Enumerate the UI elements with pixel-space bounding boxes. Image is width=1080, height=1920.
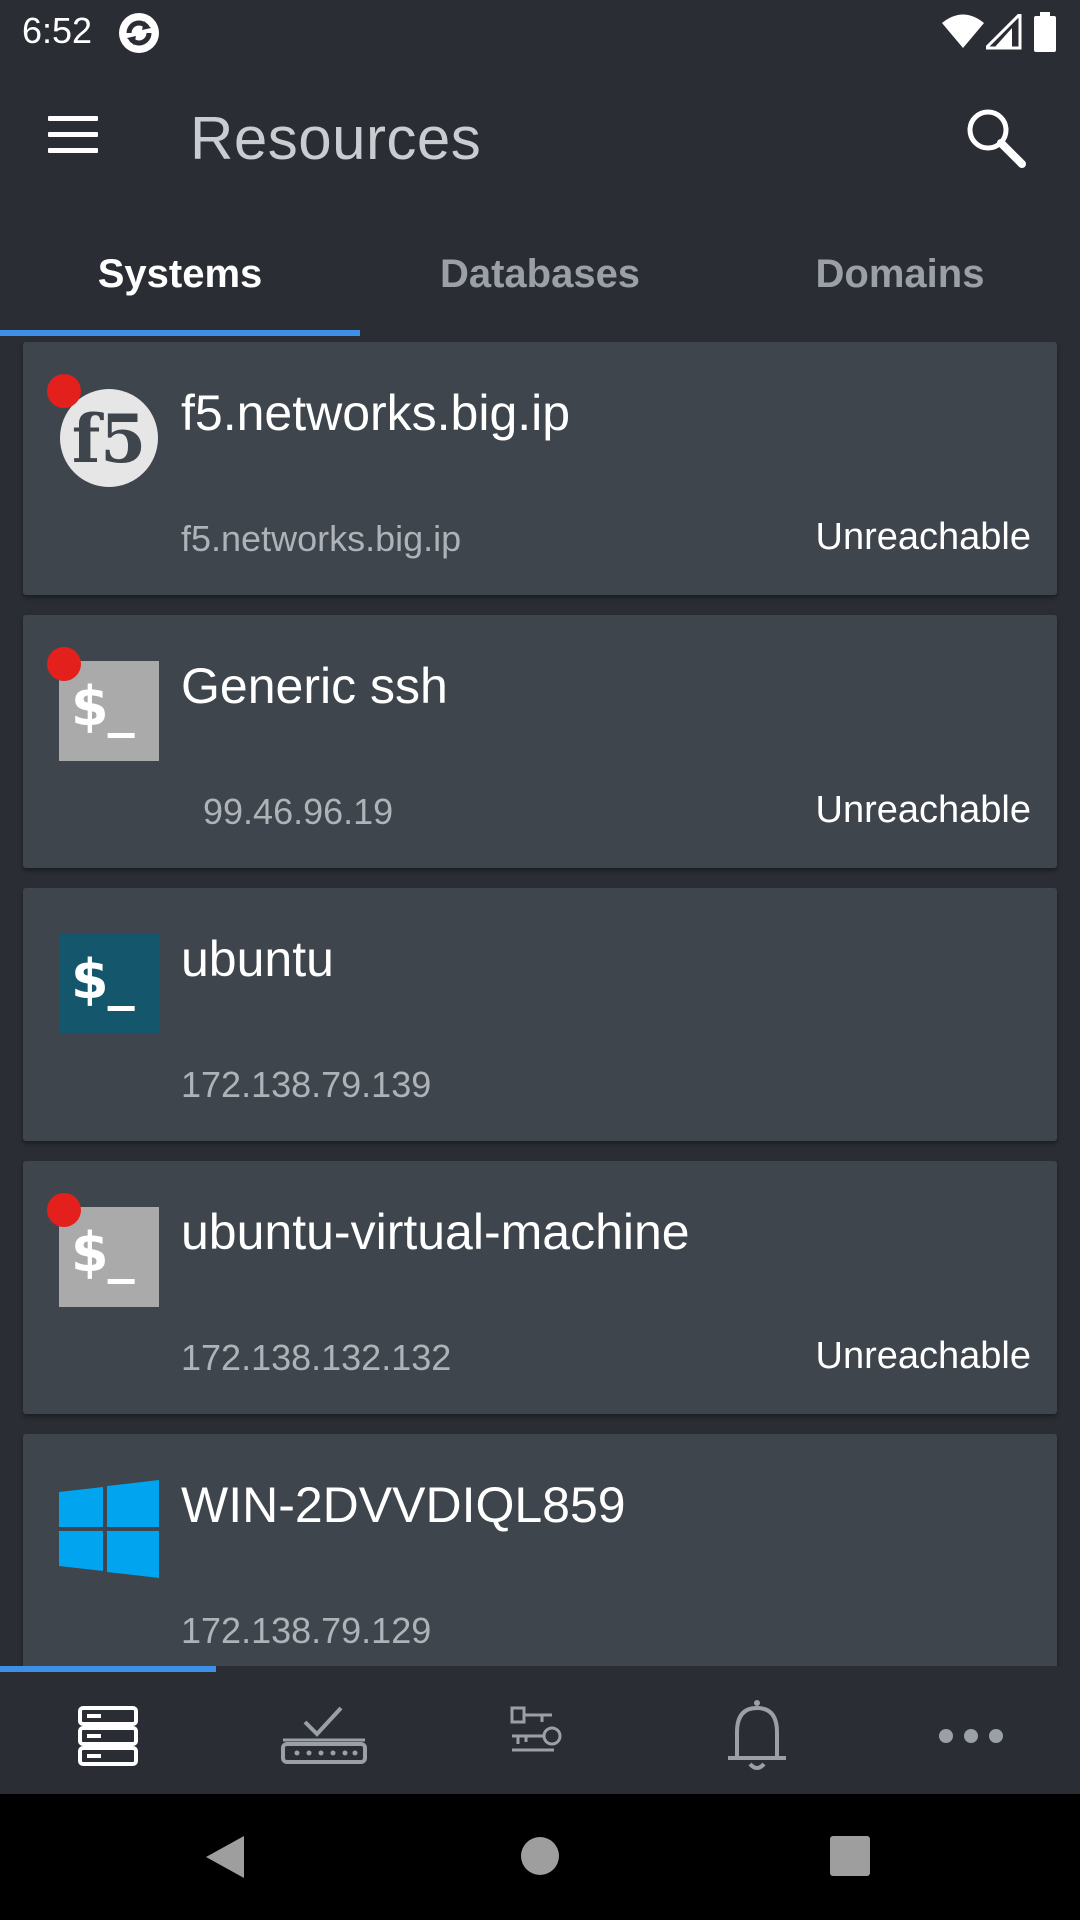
status-time: 6:52 [22,10,93,51]
system-name: Generic ssh [181,658,448,714]
keys-icon[interactable] [494,1696,584,1776]
approval-checkmark-icon[interactable] [279,1696,369,1776]
back-icon[interactable] [204,1834,246,1880]
system-name: ubuntu [181,931,334,987]
system-card-ubuntu[interactable]: $_ ubuntu 172.138.79.139 [23,888,1057,1141]
bell-icon[interactable] [712,1696,802,1776]
system-address: f5.networks.big.ip [181,518,462,559]
status-badge: Unreachable [815,516,1031,558]
tab-databases[interactable]: Databases [360,214,720,336]
system-icon [59,1480,159,1580]
page-title: Resources [190,105,482,172]
system-card-f5[interactable]: f5 f5.networks.big.ip f5.networks.big.ip… [23,342,1057,595]
recents-icon[interactable] [830,1836,870,1876]
servers-icon[interactable] [63,1696,153,1776]
sync-badge-icon [119,13,159,53]
system-icon: $_ [59,934,159,1034]
alert-dot [47,647,81,681]
system-address: 172.138.79.129 [181,1610,432,1651]
search-icon[interactable] [964,106,1028,170]
system-card-win[interactable]: WIN-2DVVDIQL859 172.138.79.129 [23,1434,1057,1666]
bottom-nav [0,1672,1080,1794]
system-icon: $_ [47,1193,159,1307]
status-icons [942,12,1062,54]
app-bar: Resources [0,64,1080,214]
system-address: 99.46.96.19 [203,791,394,832]
f5-logo-text: f5 [72,400,146,478]
tab-domains[interactable]: Domains [720,214,1080,336]
system-card-ubuntu-virtual-machine[interactable]: $_ ubuntu-virtual-machine 172.138.132.13… [23,1161,1057,1414]
system-address: 172.138.79.139 [181,1064,432,1105]
resource-tabs: Systems Databases Domains [0,214,1080,336]
system-nav-bar [0,1794,1080,1920]
ssh-prompt: $_ [71,1221,135,1284]
system-name: ubuntu-virtual-machine [181,1204,690,1260]
ssh-terminal-icon: $_ [59,934,159,1034]
system-name: WIN-2DVVDIQL859 [181,1477,626,1533]
system-icon: f5 [47,374,159,488]
battery-icon [1034,12,1056,52]
systems-list[interactable]: f5 f5.networks.big.ip f5.networks.big.ip… [0,336,1080,1666]
system-icon: $_ [47,647,159,761]
more-dots-icon[interactable] [926,1696,1016,1776]
wifi-icon [942,14,984,48]
system-card-generic-ssh[interactable]: $_ Generic ssh 99.46.96.19 Unreachable [23,615,1057,868]
home-icon[interactable] [520,1836,560,1876]
system-name: f5.networks.big.ip [181,385,571,441]
alert-dot [47,1193,81,1227]
windows-logo-icon [59,1480,159,1578]
system-address: 172.138.132.132 [181,1337,452,1378]
tab-systems[interactable]: Systems [0,214,360,336]
alert-dot [47,374,81,408]
menu-icon[interactable] [48,116,98,156]
signal-icon [986,14,1022,50]
ssh-prompt: $_ [71,948,135,1011]
status-bar: 6:52 [0,0,1080,64]
status-badge: Unreachable [815,789,1031,831]
ssh-prompt: $_ [71,675,135,738]
status-badge: Unreachable [815,1335,1031,1377]
